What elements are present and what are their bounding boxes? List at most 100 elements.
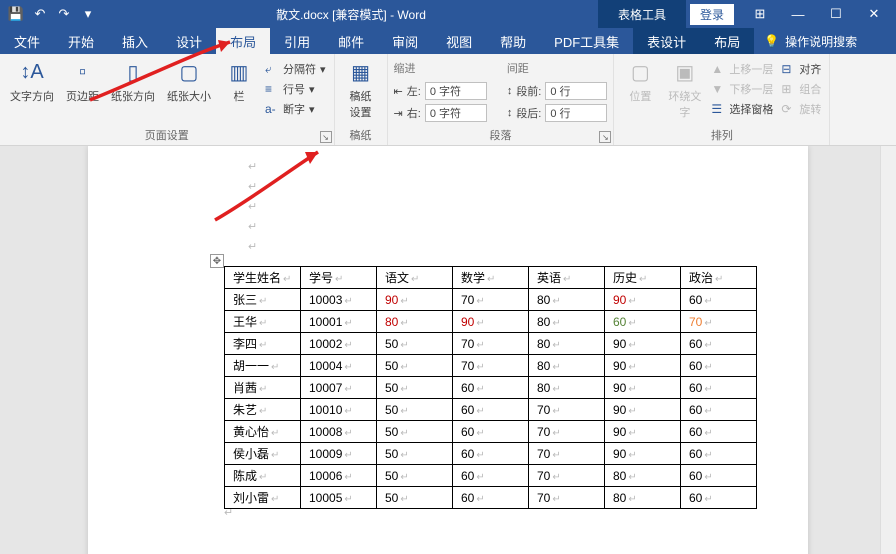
table-cell[interactable]: 60	[681, 289, 757, 311]
table-cell[interactable]: 60	[681, 465, 757, 487]
table-cell[interactable]: 80	[377, 311, 453, 333]
table-cell[interactable]: 80	[529, 333, 605, 355]
table-cell[interactable]: 90	[377, 289, 453, 311]
table-cell[interactable]: 10005	[301, 487, 377, 509]
table-row[interactable]: 王华100018090806070	[225, 311, 757, 333]
tab-references[interactable]: 引用	[270, 28, 324, 54]
table-cell[interactable]: 70	[529, 399, 605, 421]
table-cell[interactable]: 50	[377, 443, 453, 465]
table-cell[interactable]: 90	[453, 311, 529, 333]
table-cell[interactable]: 黄心怡	[225, 421, 301, 443]
table-row[interactable]: 黄心怡100085060709060	[225, 421, 757, 443]
table-cell[interactable]: 张三	[225, 289, 301, 311]
margins-button[interactable]: ▫页边距	[62, 56, 103, 106]
table-cell[interactable]: 10004	[301, 355, 377, 377]
table-cell[interactable]: 50	[377, 399, 453, 421]
table-cell[interactable]: 刘小雷	[225, 487, 301, 509]
table-cell[interactable]: 60	[453, 399, 529, 421]
hyphenation-button[interactable]: a-断字 ▾	[263, 100, 328, 118]
line-numbers-button[interactable]: ≡行号 ▾	[263, 80, 328, 98]
table-cell[interactable]: 90	[605, 355, 681, 377]
paragraph-dialog-launcher[interactable]: ↘	[599, 131, 611, 143]
table-cell[interactable]: 10010	[301, 399, 377, 421]
table-row[interactable]: 张三100039070809060	[225, 289, 757, 311]
undo-icon[interactable]: ↶	[32, 6, 48, 22]
table-cell[interactable]: 60	[681, 443, 757, 465]
table-row[interactable]: 李四100025070809060	[225, 333, 757, 355]
close-icon[interactable]: ✕	[856, 3, 892, 25]
indent-right-input[interactable]: 0 字符	[425, 104, 487, 122]
table-row[interactable]: 肖茜100075060809060	[225, 377, 757, 399]
table-cell[interactable]: 朱艺	[225, 399, 301, 421]
table-cell[interactable]: 10007	[301, 377, 377, 399]
table-cell[interactable]: 胡一一	[225, 355, 301, 377]
columns-button[interactable]: ▥栏	[219, 56, 259, 106]
table-cell[interactable]: 10009	[301, 443, 377, 465]
text-direction-button[interactable]: ↕A文字方向	[6, 56, 58, 106]
table-cell[interactable]: 90	[605, 333, 681, 355]
table-cell[interactable]: 70	[529, 421, 605, 443]
tab-layout[interactable]: 布局	[216, 28, 270, 54]
qat-customize-icon[interactable]: ▾	[80, 6, 96, 22]
table-cell[interactable]: 50	[377, 487, 453, 509]
table-cell[interactable]: 10006	[301, 465, 377, 487]
selection-pane-button[interactable]: ☰选择窗格	[709, 100, 775, 118]
save-icon[interactable]: 💾	[8, 6, 24, 22]
manuscript-settings-button[interactable]: ▦稿纸 设置	[341, 56, 381, 122]
table-header-cell[interactable]: 数学	[453, 267, 529, 289]
table-cell[interactable]: 70	[529, 487, 605, 509]
table-cell[interactable]: 50	[377, 333, 453, 355]
size-button[interactable]: ▢纸张大小	[163, 56, 215, 106]
tab-insert[interactable]: 插入	[108, 28, 162, 54]
breaks-button[interactable]: ⤶分隔符 ▾	[263, 60, 328, 78]
table-cell[interactable]: 李四	[225, 333, 301, 355]
table-cell[interactable]: 80	[605, 487, 681, 509]
tab-help[interactable]: 帮助	[486, 28, 540, 54]
tab-table-design[interactable]: 表设计	[633, 28, 700, 54]
tab-file[interactable]: 文件	[0, 28, 54, 54]
tab-home[interactable]: 开始	[54, 28, 108, 54]
table-cell[interactable]: 90	[605, 399, 681, 421]
maximize-icon[interactable]: ☐	[818, 3, 854, 25]
table-cell[interactable]: 60	[453, 421, 529, 443]
table-cell[interactable]: 50	[377, 465, 453, 487]
table-cell[interactable]: 60	[681, 355, 757, 377]
data-table[interactable]: 学生姓名学号语文数学英语历史政治张三100039070809060王华10001…	[224, 266, 757, 509]
table-row[interactable]: 朱艺100105060709060	[225, 399, 757, 421]
tab-mailings[interactable]: 邮件	[324, 28, 378, 54]
table-cell[interactable]: 90	[605, 443, 681, 465]
table-cell[interactable]: 90	[605, 289, 681, 311]
table-cell[interactable]: 60	[453, 487, 529, 509]
table-row[interactable]: 陈成100065060708060	[225, 465, 757, 487]
table-cell[interactable]: 10002	[301, 333, 377, 355]
tab-view[interactable]: 视图	[432, 28, 486, 54]
table-cell[interactable]: 60	[453, 465, 529, 487]
table-cell[interactable]: 60	[681, 421, 757, 443]
tell-me-search[interactable]: 💡 操作说明搜索	[754, 28, 867, 54]
minimize-icon[interactable]: —	[780, 3, 816, 25]
login-button[interactable]: 登录	[690, 4, 734, 25]
table-cell[interactable]: 60	[681, 377, 757, 399]
table-cell[interactable]: 60	[681, 399, 757, 421]
table-cell[interactable]: 80	[529, 377, 605, 399]
table-cell[interactable]: 60	[681, 333, 757, 355]
document-area[interactable]: ↵ ↵ ↵ ↵ ↵ ✥ 学生姓名学号语文数学英语历史政治张三1000390708…	[0, 146, 896, 554]
indent-left-input[interactable]: 0 字符	[425, 82, 487, 100]
table-header-cell[interactable]: 语文	[377, 267, 453, 289]
table-cell[interactable]: 60	[453, 377, 529, 399]
tab-review[interactable]: 审阅	[378, 28, 432, 54]
table-cell[interactable]: 肖茜	[225, 377, 301, 399]
table-cell[interactable]: 80	[529, 355, 605, 377]
table-cell[interactable]: 50	[377, 355, 453, 377]
table-cell[interactable]: 侯小磊	[225, 443, 301, 465]
table-cell[interactable]: 10008	[301, 421, 377, 443]
table-cell[interactable]: 陈成	[225, 465, 301, 487]
table-cell[interactable]: 70	[529, 465, 605, 487]
orientation-button[interactable]: ▯纸张方向	[107, 56, 159, 106]
table-cell[interactable]: 90	[605, 377, 681, 399]
table-row[interactable]: 侯小磊100095060709060	[225, 443, 757, 465]
table-cell[interactable]: 王华	[225, 311, 301, 333]
align-button[interactable]: ⊟对齐	[779, 60, 823, 78]
document-page[interactable]: ↵ ↵ ↵ ↵ ↵ ✥ 学生姓名学号语文数学英语历史政治张三1000390708…	[88, 146, 808, 554]
table-cell[interactable]: 70	[453, 355, 529, 377]
